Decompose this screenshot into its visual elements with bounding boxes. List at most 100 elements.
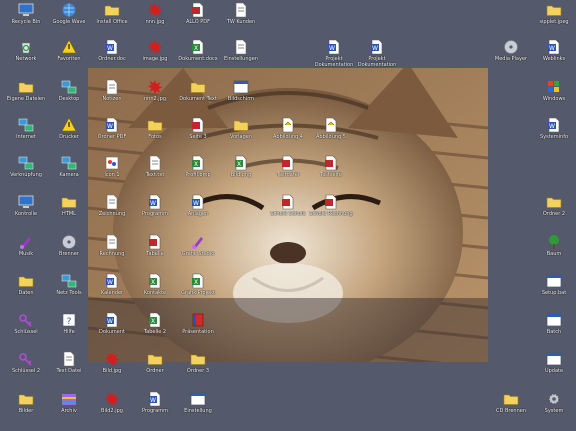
desktop-icon-testdatei[interactable]: Testdatei [266, 154, 310, 192]
desktop-icon-bilder[interactable]: Bilder [4, 390, 48, 428]
desktop-icon-schule-schule[interactable]: Schule Schule [266, 193, 310, 231]
desktop-icon-ordner-pdf[interactable]: W Ordner PDF [90, 116, 134, 154]
word-doc-icon: W [104, 117, 120, 133]
folder-icon [233, 117, 249, 133]
desktop-icon-musik[interactable]: Musik [4, 233, 48, 271]
desktop-icon-projekt-dokumentation[interactable]: W Projekt Dokumentation [312, 38, 356, 76]
desktop-icon-batch[interactable]: Batch [532, 311, 576, 349]
desktop-icon-nnn-jpg[interactable]: nnn.jpg [133, 1, 177, 39]
desktop-icon-html[interactable]: HTML [47, 193, 91, 231]
desktop-icon-verkn-pfung[interactable]: Verknüpfung [4, 154, 48, 192]
desktop-icon-projekt-dokumentation[interactable]: W Projekt Dokumentation [355, 38, 399, 76]
desktop-icon-bildschirm[interactable]: Bildschirm [219, 78, 263, 116]
desktop-icon-kontrolle[interactable]: Kontrolle [4, 193, 48, 231]
desktop-icon-label: System [544, 408, 564, 414]
desktop-icon-systeminfo[interactable]: W Systeminfo [532, 116, 576, 154]
folder-icon [104, 2, 120, 18]
desktop-icon-text-txt[interactable]: Text.txt [133, 154, 177, 192]
desktop-icon-network[interactable]: Network [4, 38, 48, 76]
desktop-icon-abbildung-4[interactable]: Abbildung 4 [266, 116, 310, 154]
desktop-icon-dokument-docx[interactable]: X Dokument.docx [176, 38, 220, 76]
desktop-icon-kalender[interactable]: W Kalender [90, 272, 134, 310]
desktop-icon-brenner[interactable]: Brenner [47, 233, 91, 271]
desktop-icon-recycle-bin[interactable]: Recycle Bin [4, 1, 48, 39]
desktop-icon-tabelle[interactable]: Tabelle [133, 233, 177, 271]
desktop-icon-schl-ssel[interactable]: Schlüssel [4, 311, 48, 349]
pdf-icon [190, 2, 206, 18]
desktop-icon-cd-brennen[interactable]: CD Brennen [489, 390, 533, 428]
desktop-icon-rechnung[interactable]: Rechnung [90, 233, 134, 271]
desktop-icon-programm[interactable]: W Programm [133, 193, 177, 231]
desktop-icon-image-jpg[interactable]: image.jpg [133, 38, 177, 76]
desktop-icon-grafik-studio[interactable]: Grafik Studio [176, 233, 220, 271]
desktop-icon-zeichnung[interactable]: Zeichnung [90, 193, 134, 231]
warning-icon [61, 117, 77, 133]
desktop-icon-notizen[interactable]: Notizen [90, 78, 134, 116]
desktop-icon-allo-pdf[interactable]: ALLO PDF [176, 1, 220, 39]
desktop-icon-bild-jpg[interactable]: Bild.jpg [90, 350, 134, 388]
desktop-icon-grafik-projekt[interactable]: X Grafik Projekt [176, 272, 220, 310]
desktop-icon-system[interactable]: System [532, 390, 576, 428]
document-icon [104, 79, 120, 95]
desktop-icon-daten[interactable]: Daten [4, 272, 48, 310]
desktop-icon-text-datei[interactable]: Text Datei [47, 350, 91, 388]
desktop-icon-tw-kunden[interactable]: TW Kunden [219, 1, 263, 39]
desktop-icon-eigene-dateien[interactable]: Eigene Dateien [4, 78, 48, 116]
desktop-icon-sipplet-jpeg[interactable]: sipplet.jpeg [532, 1, 576, 39]
desktop-icon-dokument[interactable]: W Dokument [90, 311, 134, 349]
desktop-icon-ordner-doc[interactable]: W Ordner.doc [90, 38, 134, 76]
desktop-icon-baum[interactable]: Baum [532, 233, 576, 271]
desktop-icon-label: sipplet.jpeg [539, 19, 569, 25]
desktop-icon-kamera[interactable]: Kamera [47, 154, 91, 192]
desktop-icon-netz-tools[interactable]: Netz Tools [47, 272, 91, 310]
desktop-icon-internet[interactable]: Internet [4, 116, 48, 154]
desktop-icon-hilfe[interactable]: ? Hilfe [47, 311, 91, 349]
desktop-icon-ordner[interactable]: Ordner [133, 350, 177, 388]
desktop-icon-anlagen[interactable]: W Anlagen [176, 193, 220, 231]
help-icon: ? [61, 312, 77, 328]
desktop-icon-nnn2-jpg[interactable]: nnn2.jpg [133, 78, 177, 116]
desktop-icon-favoriten[interactable]: Favoriten [47, 38, 91, 76]
desktop-icon-google-wave[interactable]: Google Wave [47, 1, 91, 39]
desktop-icon-profil-bmp[interactable]: X Profil.bmp [176, 154, 220, 192]
desktop-icon-ordner-2[interactable]: Ordner 2 [532, 193, 576, 231]
desktop-icon-desktop[interactable]: Desktop [47, 78, 91, 116]
desktop-icon-label: Update [544, 368, 564, 374]
desktop-icon-abbildung-5[interactable]: Abbildung 5 [309, 116, 353, 154]
word-doc-icon: W [369, 39, 385, 55]
desktop-icon-windows[interactable]: Windows [532, 78, 576, 116]
folder-icon [18, 391, 34, 407]
desktop-icon-schl-ssel-2[interactable]: Schlüssel 2 [4, 350, 48, 388]
desktop-icon-archiv[interactable]: Archiv [47, 390, 91, 428]
desktop-icon-tabelle-2[interactable]: X Tabelle 2 [133, 311, 177, 349]
desktop-icon-media-player[interactable]: Media Player [489, 38, 533, 76]
desktop-icon-programm[interactable]: W Programm [133, 390, 177, 428]
desktop-icon-seite-3[interactable]: Seite 3 [176, 116, 220, 154]
document-icon [104, 194, 120, 210]
svg-text:X: X [194, 45, 198, 52]
desktop-icon-update[interactable]: Update [532, 350, 576, 388]
desktop[interactable]: Recycle Bin Google Wave Install Office nnn.… [0, 0, 576, 431]
desktop-icon-bild2-jpg[interactable]: Bild2.jpg [90, 390, 134, 428]
desktop-icon-label: Systeminfo [539, 134, 569, 140]
desktop-icon-testseite[interactable]: Testseite [309, 154, 353, 192]
recycle-icon [18, 39, 34, 55]
desktop-icon-drucker[interactable]: Drucker [47, 116, 91, 154]
desktop-icon-icon-1[interactable]: Icon 1 [90, 154, 134, 192]
desktop-icon-bild-png[interactable]: X Bild.png [219, 154, 263, 192]
desktop-icon-einstellungen[interactable]: Einstellungen [219, 38, 263, 76]
document-icon [61, 351, 77, 367]
desktop-icon-einstellung[interactable]: Einstellung [176, 390, 220, 428]
desktop-icon-setup-bat[interactable]: Setup.bat [532, 272, 576, 310]
desktop-icon-fotos[interactable]: Fotos [133, 116, 177, 154]
desktop-icon-ordner-3[interactable]: Ordner 3 [176, 350, 220, 388]
desktop-icon-pr-sentation[interactable]: Präsentation [176, 311, 220, 349]
desktop-icon-dokument-text[interactable]: Dokument Text [176, 78, 220, 116]
desktop-icon-kontakte[interactable]: X Kontakte [133, 272, 177, 310]
desktop-icon-weblinks[interactable]: W Weblinks [532, 38, 576, 76]
word-doc-icon: W [546, 39, 562, 55]
desktop-icon-install-office[interactable]: Install Office [90, 1, 134, 39]
word-doc-icon: W [104, 39, 120, 55]
desktop-icon-schule-rechnung[interactable]: Schule Rechnung [309, 193, 353, 231]
desktop-icon-vorlagen[interactable]: Vorlagen [219, 116, 263, 154]
